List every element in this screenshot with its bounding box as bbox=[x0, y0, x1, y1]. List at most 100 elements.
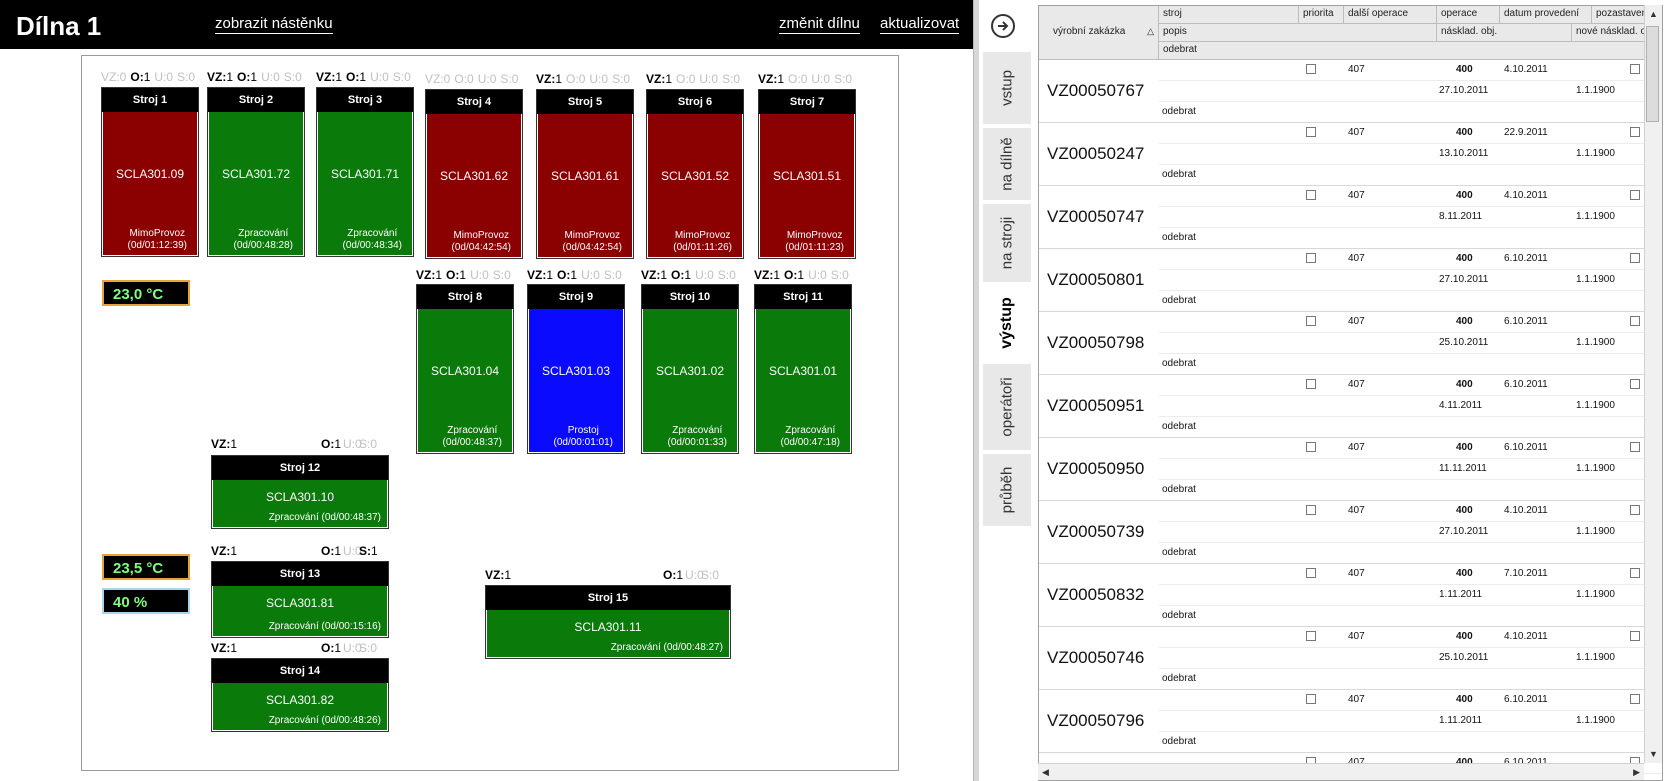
table-row[interactable]: VZ00050747 407 400 4.10.2011 8.11.2011 1.1.19… bbox=[1039, 186, 1662, 249]
suspended-checkbox[interactable] bbox=[1630, 694, 1640, 704]
column-header-pickup[interactable]: odebrat bbox=[1159, 42, 1662, 60]
page-title: Dílna 1 bbox=[16, 11, 102, 41]
counter: O:1 bbox=[446, 268, 467, 282]
priority-checkbox[interactable] bbox=[1306, 64, 1316, 74]
header-label: výrobní zakázka bbox=[1053, 26, 1126, 37]
suspended-checkbox[interactable] bbox=[1630, 127, 1640, 137]
machine-card[interactable]: Stroj 1 SCLA301.09 MimoProvoz (0d/01:12:39) bbox=[101, 87, 199, 257]
counter: S:0 bbox=[359, 437, 378, 451]
suspended-checkbox[interactable] bbox=[1630, 379, 1640, 389]
refresh-link[interactable]: aktualizovat bbox=[880, 15, 960, 34]
status-duration: (0d/00:47:18) bbox=[780, 437, 841, 448]
suspended-checkbox[interactable] bbox=[1630, 505, 1640, 515]
scroll-left-icon[interactable]: ◀ bbox=[1042, 767, 1049, 778]
suspended-checkbox[interactable] bbox=[1630, 631, 1640, 641]
table-row[interactable]: VZ00050832 407 400 7.10.2011 1.11.2011 1.1.19… bbox=[1039, 564, 1662, 627]
machine-name: Stroj 11 bbox=[755, 285, 851, 309]
tab-na-stroji[interactable]: na stroji bbox=[983, 204, 1031, 282]
show-dashboard-link[interactable]: zobrazit nástěnku bbox=[215, 15, 333, 34]
counter: U:0 bbox=[261, 70, 280, 84]
priority-checkbox[interactable] bbox=[1306, 442, 1316, 452]
column-header-date[interactable]: datum provedení bbox=[1500, 6, 1592, 24]
tab-operatori[interactable]: operátoři bbox=[983, 364, 1031, 450]
table-row[interactable]: VZ00050950 407 400 6.10.2011 11.11.2011 1.1.1… bbox=[1039, 438, 1662, 501]
row-divider bbox=[1159, 332, 1662, 333]
priority-checkbox[interactable] bbox=[1306, 694, 1316, 704]
machine-card[interactable]: Stroj 7 SCLA301.51 MimoProvoz (0d/01:11:23) bbox=[758, 89, 856, 259]
machine-job-code: SCLA301.82 bbox=[265, 693, 335, 707]
machine-card[interactable]: Stroj 10 SCLA301.02 Zpracování (0d/00:01:33… bbox=[641, 284, 739, 454]
machine-card[interactable]: Stroj 6 SCLA301.52 MimoProvoz (0d/01:11:26) bbox=[646, 89, 744, 259]
column-header-priority[interactable]: priorita bbox=[1299, 6, 1344, 24]
sort-triangle-icon[interactable]: △ bbox=[1147, 26, 1154, 37]
table-row[interactable]: VZ00050746 407 400 4.10.2011 25.10.2011 1.1.1… bbox=[1039, 627, 1662, 690]
machine-card[interactable]: Stroj 11 SCLA301.01 Zpracování (0d/00:47:18… bbox=[754, 284, 852, 454]
priority-checkbox[interactable] bbox=[1306, 631, 1316, 641]
machine-card[interactable]: Stroj 9 SCLA301.03 Prostoj (0d/00:01:01) bbox=[527, 284, 625, 454]
tab-label: průběh bbox=[998, 466, 1016, 514]
column-header-operation[interactable]: operace bbox=[1437, 6, 1500, 24]
column-header-machine[interactable]: stroj bbox=[1159, 6, 1299, 24]
arrow-right-circle-icon[interactable] bbox=[991, 14, 1015, 38]
suspended-checkbox[interactable] bbox=[1630, 190, 1640, 200]
tab-vstup[interactable]: vstup bbox=[983, 52, 1031, 124]
machine-card[interactable]: Stroj 5 SCLA301.61 MimoProvoz (0d/04:42:54) bbox=[536, 89, 634, 259]
table-row[interactable]: VZ00050796 407 400 6.10.2011 1.11.2011 1.1.19… bbox=[1039, 690, 1662, 753]
suspended-checkbox[interactable] bbox=[1630, 64, 1640, 74]
pickup-label: odebrat bbox=[1162, 295, 1196, 306]
vertical-scroll-thumb[interactable] bbox=[1646, 26, 1659, 122]
table-row[interactable]: VZ00050247 407 400 22.9.2011 13.10.2011 1.1.1… bbox=[1039, 123, 1662, 186]
suspended-checkbox[interactable] bbox=[1630, 253, 1640, 263]
scroll-up-icon[interactable]: ▲ bbox=[1649, 9, 1658, 19]
machine-card[interactable]: Stroj 2 SCLA301.72 Zpracování (0d/00:48:28) bbox=[207, 87, 305, 257]
priority-checkbox[interactable] bbox=[1306, 253, 1316, 263]
status-label: Zpracování bbox=[238, 228, 289, 239]
status-duration: (0d/01:12:39) bbox=[127, 240, 188, 251]
suspended-checkbox[interactable] bbox=[1630, 568, 1640, 578]
priority-checkbox[interactable] bbox=[1306, 379, 1316, 389]
change-workshop-link[interactable]: změnit dílnu bbox=[779, 15, 860, 34]
table-row[interactable]: VZ00050739 407 400 4.10.2011 27.10.2011 1.1.1… bbox=[1039, 501, 1662, 564]
machine-card[interactable]: Stroj 12 SCLA301.10 Zpracování (0d/00:48:3… bbox=[211, 455, 389, 529]
suspended-checkbox[interactable] bbox=[1630, 316, 1640, 326]
column-header-stock[interactable]: násklad. obj. bbox=[1437, 24, 1572, 42]
counter: VZ:1 bbox=[416, 268, 443, 282]
counter: U:0 bbox=[470, 268, 489, 282]
table-row[interactable]: VZ00050767 407 400 4.10.2011 27.10.2011 1.1.1… bbox=[1039, 60, 1662, 123]
machine-status-text: MimoProvoz (0d/01:11:23) bbox=[785, 230, 844, 254]
scroll-down-icon[interactable]: ▼ bbox=[1649, 749, 1658, 759]
status-label: Zpracování (0d/00:15:16) bbox=[268, 621, 381, 632]
priority-checkbox[interactable] bbox=[1306, 316, 1316, 326]
machine-card[interactable]: Stroj 3 SCLA301.71 Zpracování (0d/00:48:34) bbox=[316, 87, 414, 257]
row-divider bbox=[1159, 269, 1662, 270]
pickup-label: odebrat bbox=[1162, 232, 1196, 243]
temperature-readout: 23,5 °C bbox=[102, 554, 190, 580]
tab-vystup[interactable]: výstup bbox=[983, 286, 1031, 360]
machine-name: Stroj 15 bbox=[486, 586, 730, 610]
priority-checkbox[interactable] bbox=[1306, 568, 1316, 578]
horizontal-scrollbar[interactable]: ◀ ▶ bbox=[1038, 763, 1644, 780]
next-operation: 407 bbox=[1348, 64, 1365, 75]
table-row[interactable]: VZ00050798 407 400 6.10.2011 25.10.2011 1.1.1… bbox=[1039, 312, 1662, 375]
tab-prubeh[interactable]: průběh bbox=[983, 454, 1031, 526]
machine-card[interactable]: Stroj 8 SCLA301.04 Zpracování (0d/00:48:37) bbox=[416, 284, 514, 454]
counter: U:0 bbox=[811, 72, 831, 86]
next-operation: 407 bbox=[1348, 694, 1365, 705]
machine-card[interactable]: Stroj 15 SCLA301.11 Zpracování (0d/00:48:2… bbox=[485, 585, 731, 659]
priority-checkbox[interactable] bbox=[1306, 505, 1316, 515]
priority-checkbox[interactable] bbox=[1306, 190, 1316, 200]
machine-card[interactable]: Stroj 13 SCLA301.81 Zpracování (0d/00:15:1… bbox=[211, 561, 389, 638]
column-header-next-op[interactable]: další operace bbox=[1344, 6, 1437, 24]
machine-card[interactable]: Stroj 4 SCLA301.62 MimoProvoz (0d/04:42:54) bbox=[425, 89, 523, 259]
table-row[interactable]: VZ00050951 407 400 6.10.2011 4.11.2011 1.1.19… bbox=[1039, 375, 1662, 438]
tab-na-dilne[interactable]: na dílně bbox=[983, 128, 1031, 200]
column-header-order[interactable]: výrobní zakázka △ bbox=[1039, 6, 1159, 60]
table-row[interactable]: VZ00050801 407 400 6.10.2011 27.10.2011 1.1.1… bbox=[1039, 249, 1662, 312]
status-duration: (0d/04:42:54) bbox=[562, 242, 623, 253]
scroll-right-icon[interactable]: ▶ bbox=[1633, 767, 1640, 778]
column-header-description[interactable]: popis bbox=[1159, 24, 1437, 42]
row-divider bbox=[1159, 101, 1662, 102]
priority-checkbox[interactable] bbox=[1306, 127, 1316, 137]
machine-card[interactable]: Stroj 14 SCLA301.82 Zpracování (0d/00:48:2… bbox=[211, 658, 389, 732]
suspended-checkbox[interactable] bbox=[1630, 442, 1640, 452]
